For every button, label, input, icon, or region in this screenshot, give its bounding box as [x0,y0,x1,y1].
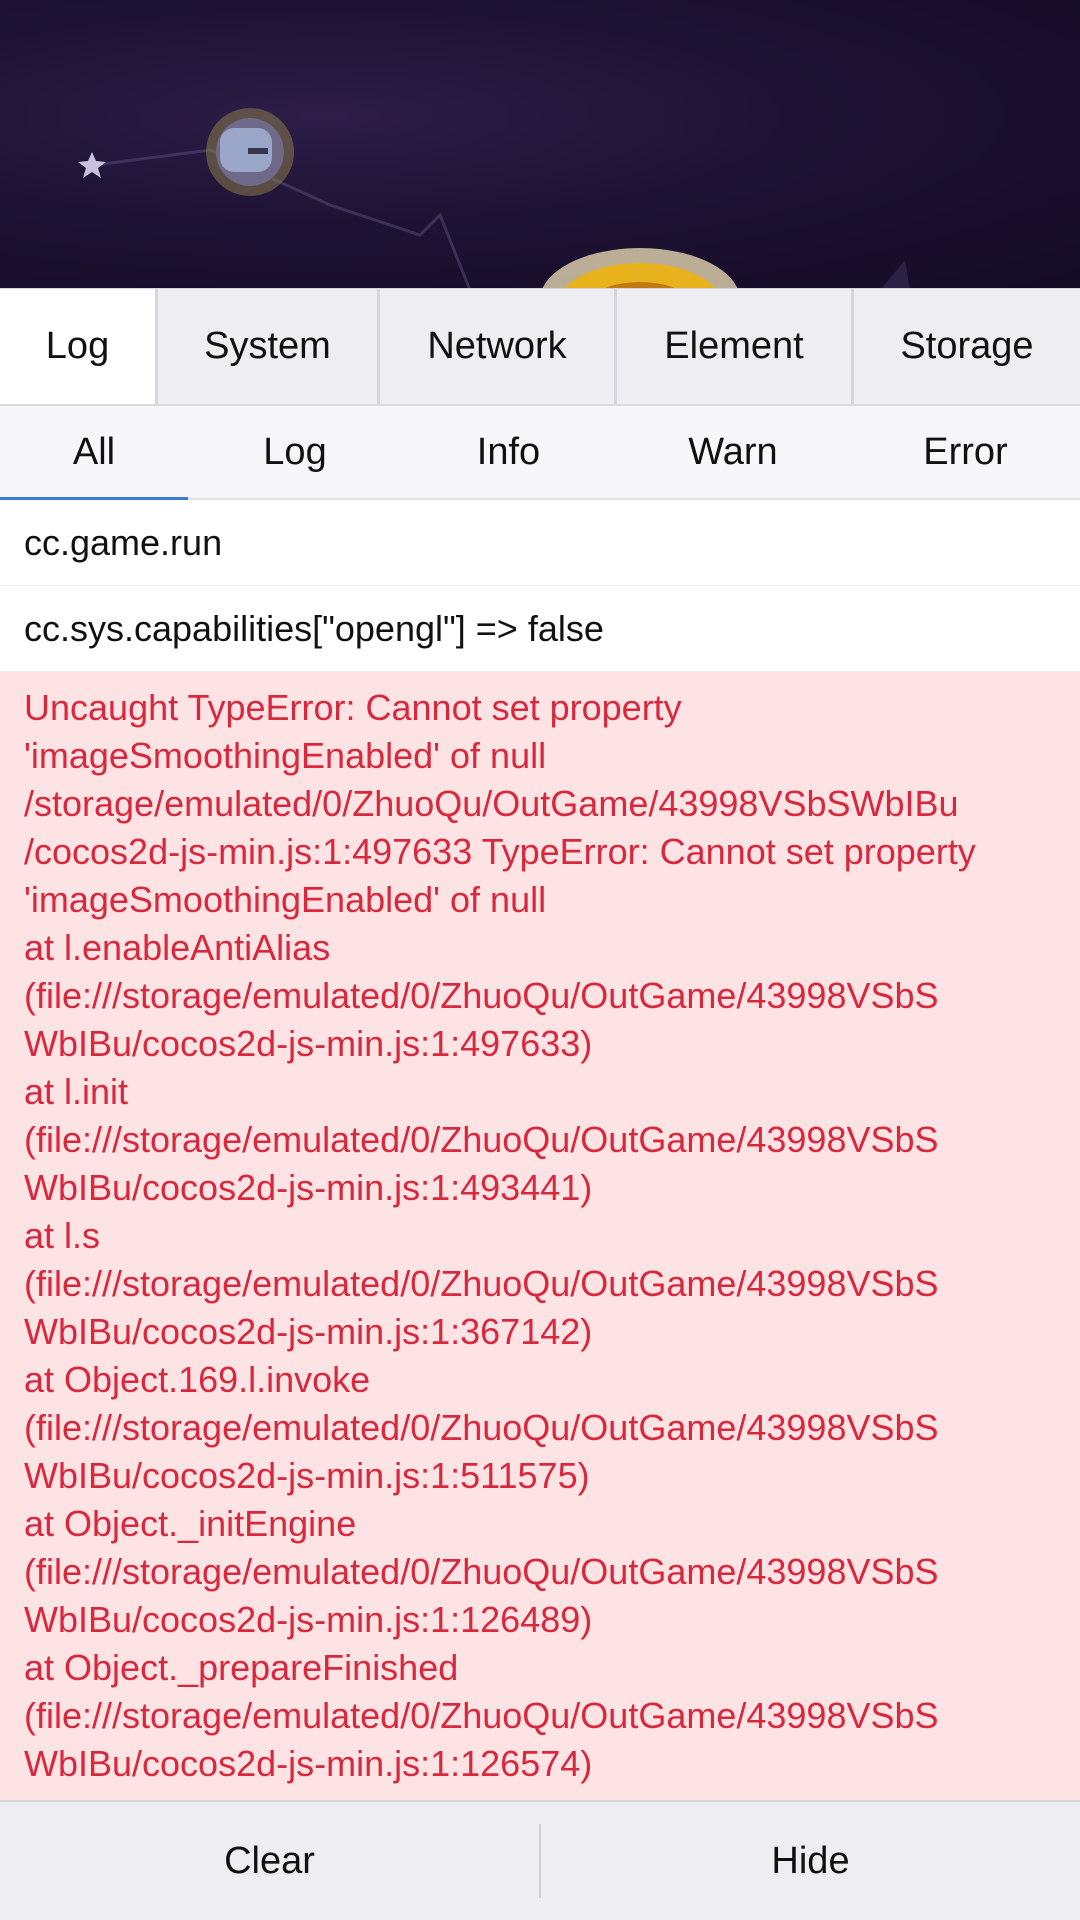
error-line: 'imageSmoothingEnabled' of null [24,879,547,920]
error-line: (file:///storage/emulated/0/ZhuoQu/OutGa… [24,1551,939,1592]
error-line: WbIBu/cocos2d-js-min.js:1:497633) [24,1023,593,1064]
error-line: (file:///storage/emulated/0/ZhuoQu/OutGa… [24,1263,939,1304]
error-line: at l.enableAntiAlias [24,927,331,968]
error-line: WbIBu/cocos2d-js-min.js:1:126574) [24,1743,593,1784]
error-line: Uncaught TypeError: Cannot set property [24,687,682,728]
log-entry: cc.game.run [0,500,1080,586]
error-line: WbIBu/cocos2d-js-min.js:1:493441) [24,1167,593,1208]
filter-log[interactable]: Log [188,406,402,498]
console-tab-bar: Log System Network Element Storage [0,288,1080,406]
error-log-entry: Uncaught TypeError: Cannot set property … [0,672,1080,1800]
error-line: (file:///storage/emulated/0/ZhuoQu/OutGa… [24,1695,939,1736]
star-icon [78,152,106,178]
filter-warn[interactable]: Warn [615,406,851,498]
error-line: WbIBu/cocos2d-js-min.js:1:511575) [24,1455,590,1496]
clear-button[interactable]: Clear [0,1802,539,1920]
error-line: WbIBu/cocos2d-js-min.js:1:367142) [24,1311,593,1352]
error-line: at Object._initEngine [24,1503,357,1544]
console-action-bar: Clear Hide [0,1800,1080,1920]
game-background [0,0,1080,290]
sun-character-icon [206,108,294,196]
error-line: (file:///storage/emulated/0/ZhuoQu/OutGa… [24,1119,939,1160]
tab-network[interactable]: Network [380,289,617,404]
screen: Log System Network Element Storage All L… [0,0,1080,1920]
error-line: at Object._prepareFinished [24,1647,459,1688]
log-list[interactable]: cc.game.run cc.sys.capabilities["opengl"… [0,500,1080,1800]
log-filter-bar: All Log Info Warn Error [0,406,1080,500]
filter-error[interactable]: Error [851,406,1080,498]
filter-info[interactable]: Info [402,406,615,498]
error-line: 'imageSmoothingEnabled' of null [24,735,547,776]
hide-button[interactable]: Hide [541,1802,1080,1920]
error-line: at l.s [24,1215,101,1256]
error-line: at Object.169.l.invoke [24,1359,371,1400]
tab-log[interactable]: Log [0,289,158,404]
tab-element[interactable]: Element [617,289,854,404]
error-line: (file:///storage/emulated/0/ZhuoQu/OutGa… [24,975,939,1016]
error-line: /cocos2d-js-min.js:1:497633 TypeError: C… [24,831,976,872]
error-line: at l.init [24,1071,129,1112]
error-line: WbIBu/cocos2d-js-min.js:1:126489) [24,1599,593,1640]
error-line: /storage/emulated/0/ZhuoQu/OutGame/43998… [24,783,959,824]
tab-system[interactable]: System [158,289,380,404]
error-line: (file:///storage/emulated/0/ZhuoQu/OutGa… [24,1407,939,1448]
tab-storage[interactable]: Storage [854,289,1080,404]
log-entry: cc.sys.capabilities["opengl"] => false [0,586,1080,672]
filter-all[interactable]: All [0,406,188,500]
